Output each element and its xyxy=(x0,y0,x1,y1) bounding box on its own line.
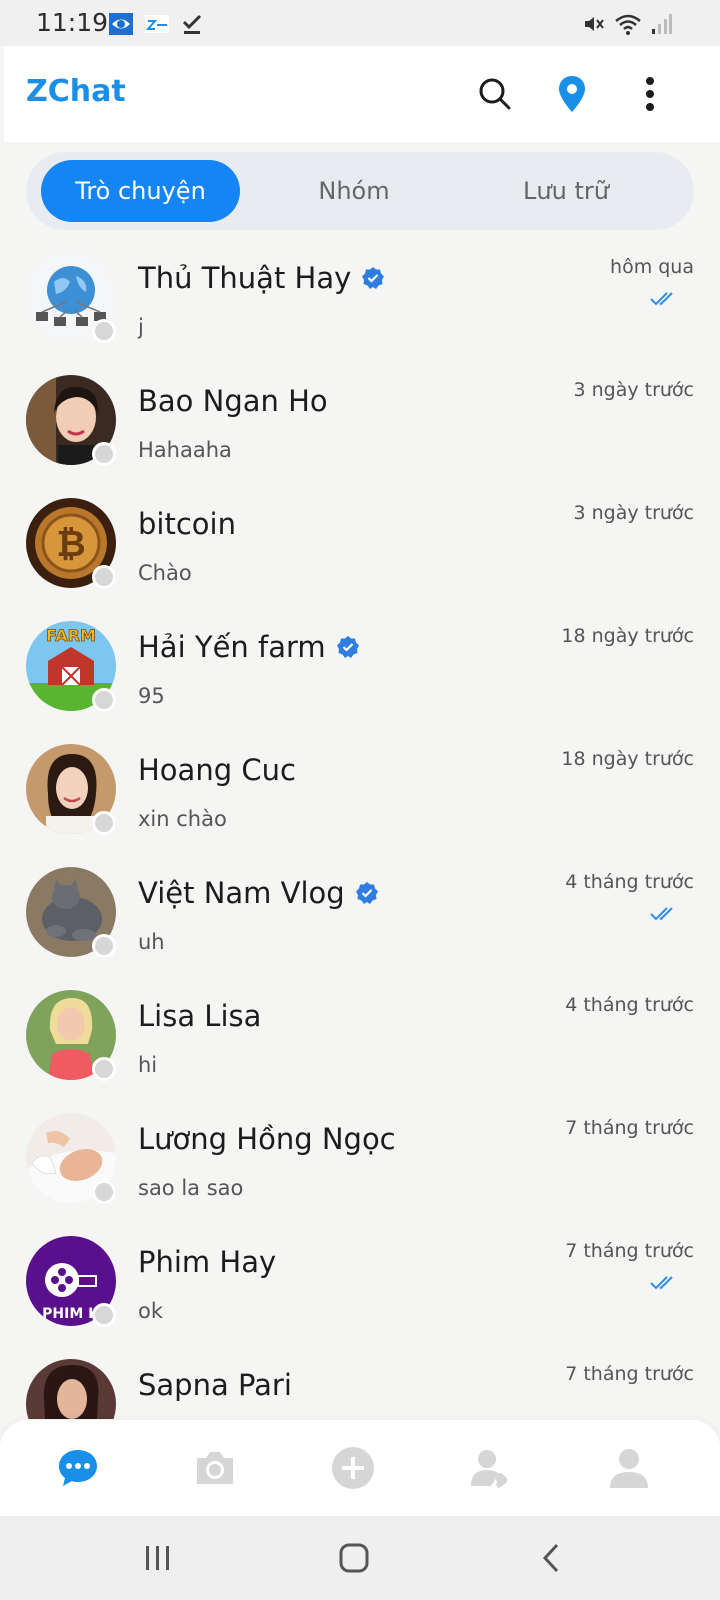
chat-bubble-icon xyxy=(59,1450,97,1486)
chat-row[interactable]: Lisa Lisa hi 4 tháng trước xyxy=(0,977,720,1100)
chat-time: 18 ngày trước xyxy=(561,625,694,647)
presence-dot xyxy=(92,442,116,466)
search-button[interactable] xyxy=(473,72,517,116)
double-check-icon xyxy=(650,1275,680,1291)
status-bar: 11:19 xyxy=(0,0,720,46)
status-right-icons xyxy=(582,12,672,40)
tab-tro-chuyen[interactable]: Trò chuyện xyxy=(41,160,240,222)
chat-name: Hoang Cuc xyxy=(138,753,296,787)
app-title: ZChat xyxy=(26,74,126,109)
bottom-nav xyxy=(0,1420,720,1516)
location-button[interactable] xyxy=(550,72,594,116)
chat-name: bitcoin xyxy=(138,507,236,541)
nav-camera[interactable] xyxy=(191,1444,239,1492)
tab-bar: Trò chuyện Nhóm Lưu trữ xyxy=(26,152,694,230)
nav-contacts[interactable] xyxy=(467,1444,515,1492)
chat-name: Lisa Lisa xyxy=(138,999,262,1033)
chat-time: 7 tháng trước xyxy=(565,1240,694,1262)
verified-badge-icon xyxy=(336,635,360,659)
chat-preview: Chào xyxy=(138,561,192,585)
chat-name: Thủ Thuật Hay xyxy=(138,261,352,295)
contacts-icon xyxy=(471,1450,507,1488)
chat-preview: ok xyxy=(138,1299,164,1323)
nav-add[interactable] xyxy=(329,1444,377,1492)
home-icon xyxy=(339,1543,369,1573)
avatar xyxy=(26,1359,116,1419)
presence-dot xyxy=(92,1303,116,1327)
mute-icon xyxy=(582,12,606,40)
presence-dot xyxy=(92,811,116,835)
chat-row[interactable]: Việt Nam Vlog uh 4 tháng trước xyxy=(0,854,720,977)
zchat-notification-icon xyxy=(144,12,170,40)
wifi-icon xyxy=(614,12,642,40)
presence-dot xyxy=(92,319,116,343)
chat-row[interactable]: Thủ Thuật Hay j hôm qua xyxy=(0,239,720,362)
presence-dot xyxy=(92,688,116,712)
recent-apps-icon xyxy=(146,1546,169,1570)
chat-name: Sapna Pari xyxy=(138,1368,292,1402)
nav-profile[interactable] xyxy=(605,1444,653,1492)
search-icon xyxy=(479,78,511,110)
chat-preview: sao la sao xyxy=(138,1176,244,1200)
farm-logo-text: FARM xyxy=(46,626,96,645)
presence-dot xyxy=(92,565,116,589)
chat-row[interactable]: ₿ bitcoin Chào 3 ngày trước xyxy=(0,485,720,608)
chat-row[interactable]: Bao Ngan Ho Hahaaha 3 ngày trước xyxy=(0,362,720,485)
chat-row[interactable]: FARM Hải Yến farm 95 18 ngày trước xyxy=(0,608,720,731)
chat-row[interactable]: PHIM H Phim Hay ok 7 tháng trước xyxy=(0,1223,720,1346)
chat-name: Bao Ngan Ho xyxy=(138,384,328,418)
chat-time: 3 ngày trước xyxy=(573,379,694,401)
location-pin-icon xyxy=(559,76,585,112)
chat-time: 4 tháng trước xyxy=(565,871,694,893)
svg-text:₿: ₿ xyxy=(56,524,85,565)
camera-icon xyxy=(197,1452,233,1484)
tab-luu-tru[interactable]: Lưu trữ xyxy=(466,160,666,222)
double-check-icon xyxy=(650,906,680,922)
chat-preview: j xyxy=(138,315,144,339)
more-options-button[interactable] xyxy=(628,72,672,116)
presence-dot xyxy=(92,1180,116,1204)
chat-name: Hải Yến farm xyxy=(138,630,326,664)
chat-time: 7 tháng trước xyxy=(565,1363,694,1385)
recent-apps-button[interactable] xyxy=(138,1538,178,1578)
chat-list: Thủ Thuật Hay j hôm qua Bao Ngan Ho Haha… xyxy=(0,239,720,1419)
chat-row[interactable]: Sapna Pari 7 tháng trước xyxy=(0,1346,720,1419)
chat-name: Việt Nam Vlog xyxy=(138,876,345,910)
verified-badge-icon xyxy=(355,881,379,905)
presence-dot xyxy=(92,1057,116,1081)
chat-time: 4 tháng trước xyxy=(565,994,694,1016)
chat-preview: hi xyxy=(138,1053,158,1077)
chat-time: 3 ngày trước xyxy=(573,502,694,524)
chat-name: Phim Hay xyxy=(138,1245,277,1279)
chat-time: 7 tháng trước xyxy=(565,1117,694,1139)
chat-row[interactable]: Lương Hồng Ngọc sao la sao 7 tháng trước xyxy=(0,1100,720,1223)
chat-preview: Hahaaha xyxy=(138,438,232,462)
status-left-icons xyxy=(108,12,204,40)
chat-preview: uh xyxy=(138,930,165,954)
back-button[interactable] xyxy=(531,1538,571,1578)
signal-icon xyxy=(650,12,672,40)
chat-time: hôm qua xyxy=(610,256,694,278)
chat-time: 18 ngày trước xyxy=(561,748,694,770)
app-header: ZChat xyxy=(4,46,720,142)
chat-preview: 95 xyxy=(138,684,165,708)
more-vertical-icon xyxy=(646,77,654,111)
system-nav-bar xyxy=(0,1516,720,1600)
back-icon xyxy=(542,1543,559,1573)
eye-app-icon xyxy=(108,12,134,40)
status-time: 11:19 xyxy=(36,8,109,37)
chat-preview: xin chào xyxy=(138,807,227,831)
chat-name: Lương Hồng Ngọc xyxy=(138,1122,396,1156)
double-check-icon xyxy=(650,291,680,307)
tab-nhom[interactable]: Nhóm xyxy=(254,160,454,222)
home-button[interactable] xyxy=(334,1538,374,1578)
add-circle-icon xyxy=(332,1447,374,1489)
chat-row[interactable]: Hoang Cuc xin chào 18 ngày trước xyxy=(0,731,720,854)
verified-badge-icon xyxy=(361,266,385,290)
download-done-icon xyxy=(180,12,204,40)
presence-dot xyxy=(92,934,116,958)
profile-icon xyxy=(610,1449,648,1488)
nav-chats[interactable] xyxy=(54,1444,102,1492)
